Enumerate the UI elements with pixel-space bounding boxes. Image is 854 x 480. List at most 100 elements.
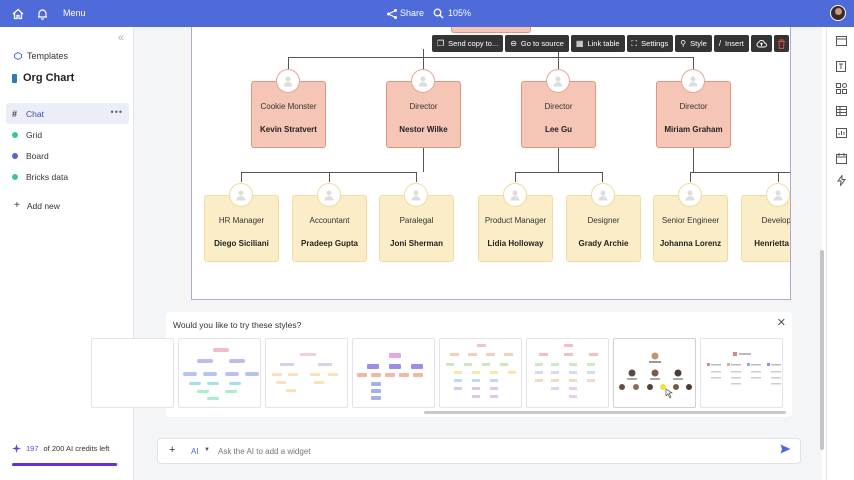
add-attachment-button[interactable]: + bbox=[169, 444, 175, 456]
panel-icon[interactable] bbox=[835, 35, 847, 47]
person-avatar-icon bbox=[404, 183, 428, 207]
card-role: Director bbox=[409, 102, 438, 111]
templates-link[interactable]: Templates bbox=[14, 51, 68, 61]
send-copy-label: Send copy to... bbox=[448, 39, 499, 48]
credits-progress-fill bbox=[12, 463, 118, 466]
plus-icon: + bbox=[14, 200, 20, 211]
lightning-icon[interactable] bbox=[835, 174, 847, 186]
templates-label: Templates bbox=[27, 51, 69, 61]
card-role: Paralegal bbox=[399, 216, 434, 225]
widgets-icon[interactable] bbox=[835, 82, 847, 94]
connector-line bbox=[329, 172, 330, 182]
person-avatar-icon bbox=[317, 183, 341, 207]
sidebar-item-chat[interactable]: # Chat ••• bbox=[6, 103, 129, 124]
settings-button[interactable]: ⛶ Settings bbox=[626, 35, 674, 52]
send-icon[interactable] bbox=[780, 444, 791, 457]
link-table-button[interactable]: ▦ Link table bbox=[570, 35, 625, 52]
style-thumbnail[interactable] bbox=[700, 338, 783, 408]
close-icon[interactable]: ✕ bbox=[777, 316, 786, 329]
settings-label: Settings bbox=[641, 39, 669, 48]
connector-line bbox=[602, 172, 603, 182]
ai-chat-input-bar: + AI ▼ Ask the AI to add a widget bbox=[157, 438, 801, 464]
connector-line bbox=[288, 57, 289, 69]
delete-button[interactable] bbox=[773, 35, 789, 52]
share-button[interactable]: Share bbox=[400, 8, 424, 18]
connector-line bbox=[515, 172, 516, 182]
person-avatar-icon bbox=[229, 183, 253, 207]
right-tool-rail bbox=[826, 27, 854, 480]
grid-dot-icon bbox=[12, 131, 18, 138]
connector-line bbox=[423, 148, 424, 172]
card-person-name: Lee Gu bbox=[544, 125, 573, 134]
chat-input-field[interactable]: Ask the AI to add a widget bbox=[218, 447, 311, 456]
person-avatar-icon bbox=[766, 183, 790, 207]
text-block-icon[interactable] bbox=[835, 60, 847, 72]
style-thumbnail-selected[interactable] bbox=[613, 338, 696, 408]
collapse-sidebar-icon[interactable]: « bbox=[118, 32, 124, 44]
share-icon[interactable] bbox=[385, 7, 398, 20]
style-thumbnail[interactable] bbox=[352, 338, 435, 408]
ai-credits: 197 of 200 AI credits left bbox=[12, 444, 109, 453]
org-chart-app-icon bbox=[12, 73, 17, 83]
style-thumbnail[interactable] bbox=[265, 338, 348, 408]
bell-icon[interactable] bbox=[36, 7, 49, 20]
send-copy-button[interactable]: ❐ Send copy to... bbox=[432, 35, 504, 52]
style-thumbnail[interactable] bbox=[526, 338, 609, 408]
org-chart-board[interactable]: Cookie Monster Kevin Stratvert Director … bbox=[191, 27, 791, 300]
sidebar-item-label: Board bbox=[26, 150, 49, 161]
cloud-upload-button[interactable] bbox=[750, 35, 772, 52]
sidebar-item-grid[interactable]: Grid bbox=[6, 124, 129, 145]
chart-icon[interactable] bbox=[835, 127, 847, 139]
style-thumbnail[interactable] bbox=[178, 338, 261, 408]
cloud-upload-icon bbox=[756, 40, 767, 48]
add-new-button[interactable]: + Add new bbox=[14, 200, 60, 211]
sidebar-item-label: Chat bbox=[26, 108, 44, 119]
table-icon: ▦ bbox=[575, 39, 584, 48]
style-label: Style bbox=[690, 39, 707, 48]
style-thumbnail[interactable] bbox=[91, 338, 174, 408]
sparkle-icon bbox=[12, 444, 21, 453]
sidebar-item-bricks-data[interactable]: Bricks data bbox=[6, 166, 129, 187]
insert-button[interactable]: / Insert bbox=[713, 35, 749, 52]
document-title-text: Org Chart bbox=[23, 72, 75, 84]
sidebar-nav: # Chat ••• Grid Board Bricks data bbox=[6, 103, 129, 187]
calendar-icon[interactable] bbox=[835, 152, 847, 164]
card-person-name: Grady Archie bbox=[578, 239, 629, 248]
card-person-name: Pradeep Gupta bbox=[301, 239, 358, 248]
menu-button[interactable]: Menu bbox=[63, 8, 86, 18]
zoom-level[interactable]: 105% bbox=[448, 8, 471, 18]
credits-used: 197 bbox=[26, 444, 39, 453]
chevron-down-icon[interactable]: ▼ bbox=[204, 447, 210, 453]
insert-label: Insert bbox=[725, 39, 744, 48]
table-icon[interactable] bbox=[835, 105, 847, 117]
home-icon[interactable] bbox=[11, 7, 24, 20]
card-person-name: Joni Sherman bbox=[390, 239, 443, 248]
connector-line bbox=[778, 172, 779, 182]
link-table-label: Link table bbox=[587, 39, 620, 48]
zoom-icon[interactable] bbox=[432, 7, 445, 20]
style-button[interactable]: ⚲ Style bbox=[675, 35, 712, 52]
document-title[interactable]: Org Chart bbox=[12, 72, 74, 84]
style-thumbnail[interactable] bbox=[439, 338, 522, 408]
root-card-partial[interactable] bbox=[451, 27, 531, 33]
more-options-icon[interactable]: ••• bbox=[111, 107, 123, 117]
person-avatar-icon bbox=[276, 69, 300, 93]
card-role: Designer bbox=[587, 216, 620, 225]
go-to-source-button[interactable]: ⊖ Go to source bbox=[505, 35, 569, 52]
user-avatar[interactable] bbox=[830, 5, 846, 21]
ai-mode-selector[interactable]: AI bbox=[191, 447, 199, 456]
bricks-data-dot-icon bbox=[12, 173, 18, 180]
sidebar-item-board[interactable]: Board bbox=[6, 145, 129, 166]
styles-suggestion-panel: Would you like to try these styles? ✕ bbox=[91, 312, 792, 417]
card-person-name: Henrietta Mu bbox=[754, 239, 790, 248]
card-role: Director bbox=[544, 102, 573, 111]
horizontal-scrollbar[interactable] bbox=[424, 411, 786, 414]
add-new-label: Add new bbox=[26, 200, 60, 211]
vertical-scrollbar[interactable] bbox=[820, 250, 824, 450]
go-to-source-label: Go to source bbox=[520, 39, 564, 48]
trash-icon bbox=[777, 39, 785, 49]
card-role: Senior Engineer bbox=[661, 216, 720, 225]
connector-line bbox=[693, 148, 694, 172]
connector-line bbox=[515, 172, 602, 173]
styles-panel-title: Would you like to try these styles? bbox=[173, 320, 302, 330]
